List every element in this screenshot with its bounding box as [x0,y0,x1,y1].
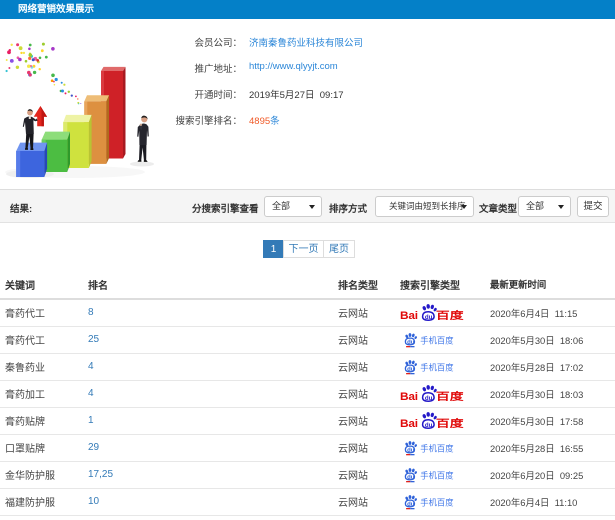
svg-text:手机百度: 手机百度 [420,362,453,372]
svg-text:Bai: Bai [400,391,418,403]
svg-text:du: du [425,421,433,428]
svg-text:du: du [425,314,433,321]
svg-text:du: du [407,366,415,372]
svg-text:手机百度: 手机百度 [420,443,453,453]
svg-text:手机百度: 手机百度 [420,335,453,345]
svg-text:手机百度: 手机百度 [420,470,453,480]
svg-text:du: du [407,339,415,345]
svg-text:du: du [407,447,415,453]
svg-text:du: du [407,501,415,507]
svg-text:百度: 百度 [436,390,465,402]
svg-text:百度: 百度 [436,309,465,321]
svg-text:Bai: Bai [400,310,418,322]
svg-text:手机百度: 手机百度 [420,497,453,507]
svg-text:百度: 百度 [436,417,465,429]
svg-text:du: du [425,394,433,401]
svg-text:Bai: Bai [400,418,418,430]
svg-text:du: du [407,474,415,480]
